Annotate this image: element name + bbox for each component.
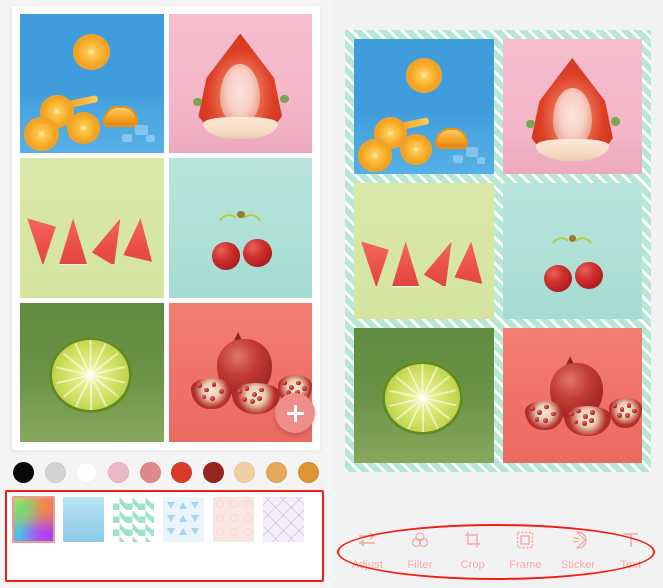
- toolbar-item-filter[interactable]: Filter: [394, 531, 447, 571]
- toolbar-item-frame[interactable]: Frame: [499, 531, 552, 571]
- pattern-swatch-pink-circles[interactable]: [213, 496, 254, 542]
- preview-collage[interactable]: [345, 30, 651, 472]
- color-swatch-row: [0, 458, 332, 486]
- toolbar-item-adjust[interactable]: Adjust: [341, 531, 394, 571]
- preview-cell-pomegranate-on-coral: [502, 327, 642, 463]
- sticker-icon: [568, 531, 588, 554]
- toolbar-label: Sticker: [560, 559, 596, 571]
- pattern-swatch-row: [7, 494, 322, 544]
- crop-icon: [463, 531, 483, 554]
- toolbar-label: Text: [620, 559, 641, 571]
- collage-cell-cherries-on-mint[interactable]: [168, 158, 312, 298]
- collage-editor-card: [12, 6, 320, 450]
- photo-cherries-on-mint: [502, 183, 642, 319]
- color-swatch-slot: [198, 461, 230, 483]
- edit-toolbar: Adjust Filter Crop Frame Sticker Text: [335, 531, 663, 579]
- collage-cell-orange-slices-on-blue[interactable]: [20, 14, 164, 154]
- toolbar-label: Frame: [509, 559, 542, 571]
- color-swatch-slot: [71, 461, 103, 483]
- preview-cell-cherries-on-mint: [502, 183, 642, 319]
- collage-grid: [20, 14, 312, 442]
- pattern-swatch-lavender-diagonal-grid[interactable]: [263, 496, 304, 542]
- photo-pomegranate-on-coral: [502, 327, 642, 463]
- preview-cell-lime-slice-on-green: [354, 327, 494, 463]
- photo-watermelon-wedges-on-green: [354, 183, 494, 319]
- color-swatch-light-gray[interactable]: [44, 461, 66, 483]
- color-swatch-slot: [103, 461, 135, 483]
- text-icon: [621, 531, 641, 554]
- color-swatch-pale-pink[interactable]: [108, 461, 130, 483]
- frame-icon: [515, 531, 535, 554]
- color-swatch-white[interactable]: [76, 461, 98, 483]
- color-swatch-peach[interactable]: [234, 461, 256, 483]
- color-swatch-orange[interactable]: [297, 461, 319, 483]
- collage-cell-watermelon-wedges-on-green[interactable]: [20, 158, 164, 298]
- color-swatch-slot: [292, 461, 324, 483]
- preview-cell-strawberry-half-on-pink: [502, 39, 642, 175]
- add-photo-button[interactable]: [275, 393, 315, 433]
- color-swatch-light-orange[interactable]: [266, 461, 288, 483]
- color-swatch-slot: [8, 461, 40, 483]
- pattern-panel: [7, 492, 322, 580]
- screen: Adjust Filter Crop Frame Sticker Text: [0, 0, 663, 588]
- three-circles-icon: [410, 531, 430, 554]
- preview-cell-watermelon-wedges-on-green: [354, 183, 494, 319]
- photo-orange-slices-on-blue: [20, 14, 164, 154]
- pattern-swatch-mint-chevron[interactable]: [113, 496, 154, 542]
- plus-icon: [286, 404, 304, 422]
- collage-cell-strawberry-half-on-pink[interactable]: [168, 14, 312, 154]
- photo-strawberry-half-on-pink: [502, 39, 642, 175]
- panel-divider: [14, 450, 318, 451]
- sliders-icon: [357, 531, 377, 554]
- color-swatch-rose[interactable]: [139, 461, 161, 483]
- preview-grid: [354, 39, 642, 463]
- toolbar-item-sticker[interactable]: Sticker: [552, 531, 605, 571]
- collage-cell-lime-slice-on-green[interactable]: [20, 302, 164, 442]
- color-swatch-slot: [134, 461, 166, 483]
- color-swatch-slot: [40, 461, 72, 483]
- photo-lime-slice-on-green: [354, 327, 494, 463]
- color-swatch-slot: [229, 461, 261, 483]
- preview-cell-orange-slices-on-blue: [354, 39, 494, 175]
- toolbar-item-text[interactable]: Text: [604, 531, 657, 571]
- toolbar-label: Filter: [407, 559, 433, 571]
- color-swatch-black[interactable]: [13, 461, 35, 483]
- toolbar-label: Crop: [460, 559, 485, 571]
- toolbar-label: Adjust: [351, 559, 383, 571]
- color-swatch-red[interactable]: [171, 461, 193, 483]
- photo-orange-slices-on-blue: [354, 39, 494, 175]
- photo-watermelon-wedges-on-green: [20, 158, 164, 298]
- color-swatch-slot: [166, 461, 198, 483]
- pattern-swatch-blue-triangles[interactable]: [163, 496, 204, 542]
- photo-strawberry-half-on-pink: [168, 14, 312, 154]
- toolbar-item-crop[interactable]: Crop: [446, 531, 499, 571]
- pattern-swatch-rainbow-gradient-picker[interactable]: [12, 495, 55, 543]
- photo-cherries-on-mint: [168, 158, 312, 298]
- pattern-swatch-blue-gradient[interactable]: [63, 496, 104, 542]
- editor-panel: [0, 0, 332, 588]
- photo-lime-slice-on-green: [20, 302, 164, 442]
- color-swatch-dark-red[interactable]: [202, 461, 224, 483]
- color-swatch-slot: [261, 461, 293, 483]
